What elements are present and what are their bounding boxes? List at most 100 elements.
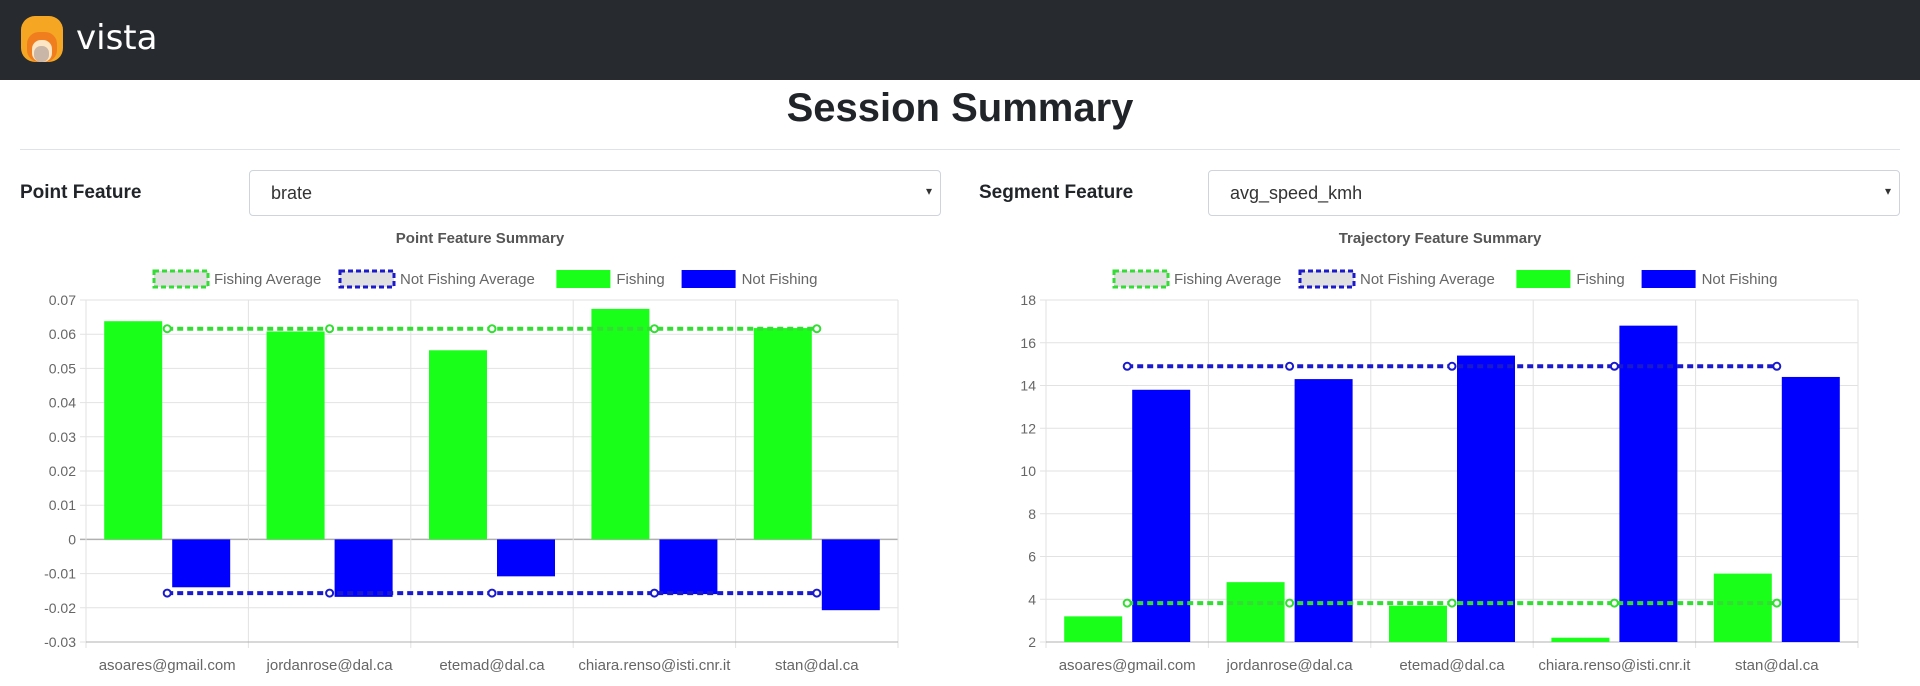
x-tick-label: jordanrose@dal.ca: [266, 657, 394, 674]
y-tick-label: 12: [1020, 420, 1036, 436]
y-tick-label: 10: [1020, 463, 1036, 479]
legend-swatch-fishing-average: [152, 269, 210, 289]
avg-point-fishing-average: [325, 324, 335, 334]
avg-point-not-fishing-average: [649, 588, 659, 598]
title-divider: [20, 149, 1900, 150]
y-tick-label: 4: [1028, 591, 1036, 607]
x-tick-label: stan@dal.ca: [775, 657, 859, 674]
bar-fishing-etemad-dal-ca: [1389, 605, 1447, 642]
avg-point-not-fishing-average: [1122, 361, 1132, 371]
bar-fishing-jordanrose-dal-ca: [1226, 582, 1285, 642]
avg-point-not-fishing-average: [1772, 361, 1782, 371]
avg-point-not-fishing-average: [487, 588, 497, 598]
avg-point-not-fishing-average: [812, 588, 822, 598]
avg-point-not-fishing-average: [1285, 361, 1295, 371]
y-tick-label: 0.06: [49, 326, 76, 342]
y-tick-label: 2: [1028, 634, 1036, 650]
y-tick-label: -0.02: [44, 600, 76, 616]
legend-swatch-not-fishing: [681, 270, 736, 288]
legend-label-fishing: Fishing: [616, 271, 664, 288]
avg-point-not-fishing-average: [162, 588, 172, 598]
bar-fishing-stan-dal-ca: [753, 328, 812, 540]
bar-fishing-chiara-renso-isti-cnr-it: [591, 308, 650, 540]
point-feature-summary-chart: Point Feature Summary Fishing Average Not …: [44, 230, 899, 674]
chart-title: Trajectory Feature Summary: [1339, 230, 1542, 247]
bar-not-fishing-stan-dal-ca: [821, 539, 880, 611]
y-tick-label: 0.05: [49, 360, 76, 376]
y-tick-label: -0.01: [44, 566, 76, 582]
bar-fishing-etemad-dal-ca: [429, 350, 487, 540]
x-tick-label: etemad@dal.ca: [439, 657, 545, 674]
bar-not-fishing-stan-dal-ca: [1781, 376, 1840, 642]
legend-label-not-fishing: Not Fishing: [742, 271, 818, 288]
top-navbar: vista: [0, 0, 1920, 80]
x-tick-label: chiara.renso@isti.cnr.it: [1538, 657, 1691, 674]
vista-logo[interactable]: vista: [20, 14, 170, 66]
y-tick-label: 8: [1028, 506, 1036, 522]
bar-not-fishing-asoares-gmail-com: [172, 539, 231, 588]
bar-fishing-chiara-renso-isti-cnr-it: [1551, 637, 1610, 642]
legend-swatch-not-fishing-average: [338, 269, 396, 289]
y-tick-label: 0.07: [49, 292, 76, 308]
avg-point-not-fishing-average: [1447, 361, 1457, 371]
y-tick-label: 0.03: [49, 429, 76, 445]
y-tick-label: 14: [1020, 378, 1036, 394]
avg-point-fishing-average: [649, 324, 659, 334]
legend-label-not-fishing-average: Not Fishing Average: [1360, 271, 1495, 288]
x-tick-label: stan@dal.ca: [1735, 657, 1819, 674]
avg-point-fishing-average: [1122, 598, 1132, 608]
vista-logo-icon: [21, 16, 63, 62]
point-feature-value: brate: [271, 183, 313, 203]
y-tick-label: 0.02: [49, 463, 76, 479]
avg-point-fishing-average: [1609, 598, 1619, 608]
avg-point-not-fishing-average: [1609, 361, 1619, 371]
chevron-down-icon: ▾: [925, 184, 932, 198]
legend-swatch-fishing-average: [1112, 269, 1170, 289]
legend-swatch-not-fishing: [1641, 270, 1696, 288]
legend-label-fishing-average: Fishing Average: [214, 271, 321, 288]
legend-label-not-fishing: Not Fishing: [1702, 271, 1778, 288]
bar-not-fishing-etemad-dal-ca: [1457, 355, 1515, 642]
legend-swatch-fishing: [556, 270, 611, 288]
x-tick-label: asoares@gmail.com: [1059, 657, 1196, 674]
bar-fishing-asoares-gmail-com: [104, 321, 163, 540]
bar-not-fishing-etemad-dal-ca: [497, 539, 555, 577]
avg-point-fishing-average: [1772, 598, 1782, 608]
x-tick-label: chiara.renso@isti.cnr.it: [578, 657, 731, 674]
y-tick-label: 16: [1020, 335, 1036, 351]
chevron-down-icon: ▾: [1884, 184, 1891, 198]
y-tick-label: -0.03: [44, 634, 76, 650]
bar-not-fishing-chiara-renso-isti-cnr-it: [1619, 325, 1678, 642]
y-tick-label: 0.04: [49, 395, 76, 411]
segment-feature-label: Segment Feature: [979, 182, 1134, 203]
avg-point-fishing-average: [487, 324, 497, 334]
x-tick-label: etemad@dal.ca: [1399, 657, 1505, 674]
avg-point-fishing-average: [162, 324, 172, 334]
bar-fishing-jordanrose-dal-ca: [266, 331, 325, 540]
x-tick-label: jordanrose@dal.ca: [1226, 657, 1354, 674]
avg-point-fishing-average: [1447, 598, 1457, 608]
y-tick-label: 0.01: [49, 497, 76, 513]
y-tick-label: 0: [68, 531, 76, 547]
segment-feature-value: avg_speed_kmh: [1230, 183, 1363, 203]
point-feature-select[interactable]: brate ▾: [249, 170, 941, 216]
legend-swatch-fishing: [1516, 270, 1571, 288]
bar-not-fishing-chiara-renso-isti-cnr-it: [659, 539, 718, 595]
bar-fishing-asoares-gmail-com: [1064, 616, 1123, 642]
x-tick-label: asoares@gmail.com: [99, 657, 236, 674]
bar-not-fishing-jordanrose-dal-ca: [1294, 379, 1353, 642]
y-tick-label: 18: [1020, 292, 1036, 308]
point-feature-label: Point Feature: [20, 182, 142, 203]
legend-label-not-fishing-average: Not Fishing Average: [400, 271, 535, 288]
legend-swatch-not-fishing-average: [1298, 269, 1356, 289]
page-title: Session Summary: [786, 86, 1134, 130]
segment-feature-select[interactable]: avg_speed_kmh ▾: [1208, 170, 1900, 216]
legend-label-fishing-average: Fishing Average: [1174, 271, 1281, 288]
bar-not-fishing-jordanrose-dal-ca: [334, 539, 393, 597]
avg-point-fishing-average: [1285, 598, 1295, 608]
chart-title: Point Feature Summary: [396, 230, 565, 247]
bar-fishing-stan-dal-ca: [1713, 573, 1772, 642]
avg-point-fishing-average: [812, 324, 822, 334]
y-tick-label: 6: [1028, 549, 1036, 565]
legend-label-fishing: Fishing: [1576, 271, 1624, 288]
